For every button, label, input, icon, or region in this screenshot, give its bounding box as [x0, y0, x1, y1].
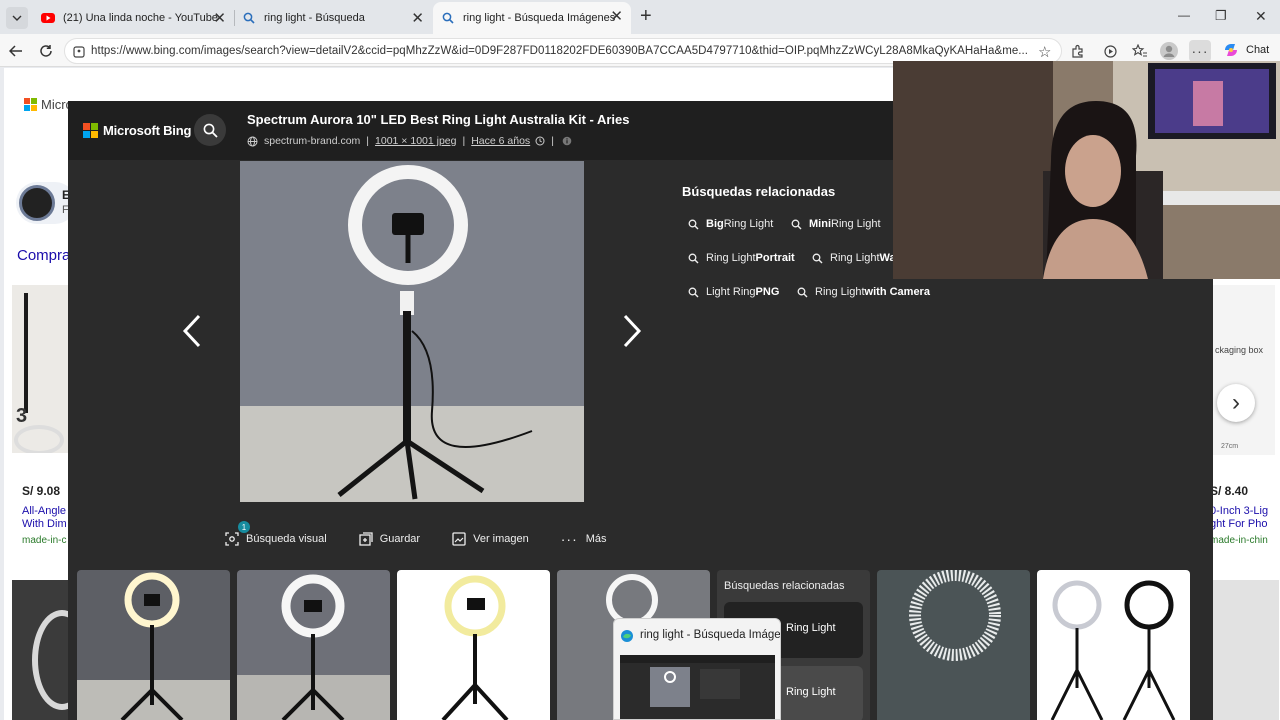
- chevron-left-icon: [182, 314, 201, 348]
- maximize-button[interactable]: ❐: [1215, 8, 1227, 24]
- visual-search-button[interactable]: Búsqueda visual: [225, 532, 327, 546]
- microsoft-logo-icon: [24, 98, 37, 111]
- arrow-left-icon: [9, 45, 22, 57]
- thumbnail-image[interactable]: [877, 570, 1030, 720]
- close-icon[interactable]: ✕: [213, 9, 226, 27]
- image-result-tile[interactable]: [1213, 580, 1279, 720]
- new-tab-button[interactable]: +: [640, 5, 652, 28]
- search-icon: [688, 253, 699, 263]
- youtube-icon: [40, 10, 56, 26]
- refresh-icon: [40, 45, 52, 57]
- webcam-feed: [893, 61, 1280, 279]
- shopping-heading: Compra: [17, 247, 71, 264]
- related-search-chip[interactable]: Ring Light Wa: [804, 245, 904, 271]
- related-searches-heading: Búsquedas relacionadas: [682, 184, 836, 199]
- next-image-button[interactable]: [617, 311, 647, 351]
- open-image-icon: [452, 532, 466, 546]
- related-search-chip[interactable]: Big Ring Light: [680, 211, 781, 237]
- main-ring-light-image[interactable]: [240, 161, 584, 502]
- product-title[interactable]: All-Angle: [22, 505, 66, 517]
- tab-strip: (21) Una linda noche - YouTube ✕ ring li…: [0, 0, 1280, 34]
- chevron-right-icon: ›: [1232, 389, 1240, 416]
- image-action-bar: Búsqueda visual Guardar Ver imagen ··· M…: [225, 531, 639, 547]
- search-icon: [791, 219, 802, 229]
- product-price: S/ 8.40: [1210, 484, 1249, 498]
- refresh-button[interactable]: [36, 41, 56, 61]
- thumbnail-image[interactable]: [237, 570, 390, 720]
- profile-avatar-icon[interactable]: [1160, 42, 1178, 60]
- chat-label: Chat: [1246, 44, 1270, 56]
- extensions-icon[interactable]: [1068, 42, 1086, 60]
- tab-title: (21) Una linda noche - YouTube: [63, 12, 218, 24]
- product-price: S/ 9.08: [22, 484, 61, 498]
- favorite-star-icon[interactable]: ☆: [1038, 43, 1051, 61]
- search-icon: [797, 287, 808, 297]
- search-icon: [688, 287, 699, 297]
- media-control-icon[interactable]: [1101, 42, 1119, 60]
- bing-logo[interactable]: Micro: [24, 97, 73, 112]
- image-meta: spectrum-brand.com | 1001 × 1001 jpeg | …: [247, 135, 572, 147]
- image-title[interactable]: Spectrum Aurora 10" LED Best Ring Light …: [247, 112, 630, 127]
- image-age[interactable]: Hace 6 años: [471, 135, 530, 147]
- info-icon[interactable]: [562, 136, 572, 146]
- globe-icon: [247, 136, 258, 146]
- related-search-chip[interactable]: Mini Ring Light: [783, 211, 889, 237]
- related-search-chip[interactable]: Light Ring PNG: [680, 279, 787, 305]
- copilot-chat-button[interactable]: Chat: [1222, 41, 1269, 59]
- search-icon: [241, 10, 257, 26]
- back-button[interactable]: [6, 41, 26, 61]
- overlay-search-button[interactable]: [194, 114, 226, 146]
- thumbnail-image[interactable]: [1037, 570, 1190, 720]
- product-source: made-in-c: [22, 535, 67, 546]
- more-menu-icon[interactable]: ···: [1189, 40, 1211, 62]
- profile-card[interactable]: E F: [16, 182, 76, 224]
- minimize-button[interactable]: —: [1178, 8, 1190, 22]
- clock-icon: [535, 136, 545, 146]
- previous-image-button[interactable]: [177, 311, 207, 351]
- product-title[interactable]: 0-Inch 3-Lig: [1210, 505, 1268, 517]
- image-result-tile[interactable]: [12, 580, 68, 720]
- tab-title: ring light - Búsqueda Imágenes: [463, 12, 616, 24]
- copilot-icon: [1225, 44, 1237, 56]
- preview-thumbnail: [620, 655, 775, 719]
- close-window-button[interactable]: ✕: [1255, 8, 1267, 25]
- edge-icon: [621, 630, 633, 642]
- chevron-down-icon: [12, 15, 22, 21]
- close-icon[interactable]: ✕: [411, 9, 424, 27]
- tab-ring-light-images[interactable]: ring light - Búsqueda Imágenes ✕: [433, 2, 631, 34]
- save-button[interactable]: Guardar: [359, 532, 420, 546]
- save-collection-icon: [359, 532, 373, 546]
- carousel-next-button[interactable]: ›: [1217, 384, 1255, 422]
- bing-brand[interactable]: Microsoft Bing: [103, 123, 191, 138]
- tab-ring-light-search[interactable]: ring light - Búsqueda ✕: [235, 4, 432, 32]
- thumbnail-image[interactable]: [397, 570, 550, 720]
- view-image-button[interactable]: Ver imagen: [452, 532, 529, 546]
- related-search-chip[interactable]: Ring Light with Camera: [789, 279, 938, 305]
- tab-youtube[interactable]: (21) Una linda noche - YouTube ✕: [34, 4, 234, 32]
- search-icon: [440, 10, 456, 26]
- more-button[interactable]: ··· Más: [561, 531, 607, 547]
- chevron-right-icon: [623, 314, 642, 348]
- tab-title: ring light - Búsqueda: [264, 12, 365, 24]
- search-icon: [203, 123, 218, 138]
- related-search-chip[interactable]: Ring Light Portrait: [680, 245, 803, 271]
- search-icon: [812, 253, 823, 263]
- product-thumbnail[interactable]: ckaging box 27cm: [1213, 285, 1275, 455]
- microsoft-logo-icon: [83, 123, 98, 138]
- product-source: made-in-chin: [1210, 535, 1268, 546]
- more-dots-icon: ···: [560, 531, 578, 547]
- search-icon: [688, 219, 699, 229]
- close-icon[interactable]: ✕: [610, 7, 623, 25]
- url-text: https://www.bing.com/images/search?view=…: [91, 45, 1029, 57]
- source-link[interactable]: spectrum-brand.com: [264, 135, 360, 147]
- visual-search-icon: [225, 532, 239, 546]
- tab-actions-button[interactable]: [6, 7, 28, 29]
- thumbnail-image[interactable]: [77, 570, 230, 720]
- image-size-link[interactable]: 1001 × 1001 jpeg: [375, 135, 456, 147]
- product-thumbnail[interactable]: 3: [12, 285, 68, 453]
- favorites-icon[interactable]: [1131, 42, 1149, 60]
- tab-hover-preview[interactable]: ring light - Búsqueda Imágenes: [613, 618, 781, 720]
- site-info-icon[interactable]: [73, 45, 85, 63]
